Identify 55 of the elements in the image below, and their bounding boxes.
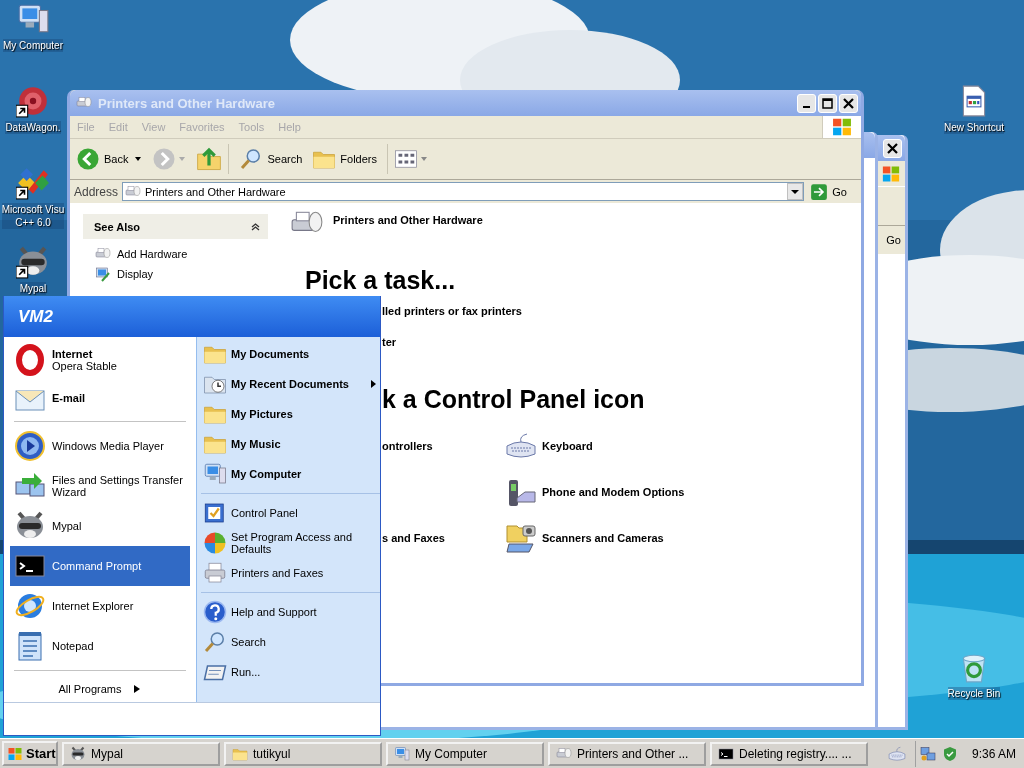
start-menu-item[interactable]: Files and Settings Transfer Wizard: [10, 466, 190, 506]
start-menu-item[interactable]: My Pictures: [201, 399, 380, 429]
back-button[interactable]: Back: [72, 145, 133, 173]
start-menu-item[interactable]: My Music: [201, 429, 380, 459]
desktop-icon-label[interactable]: DataWagon.: [5, 121, 61, 134]
section-heading: Pick a task...: [305, 265, 457, 295]
category-title: Printers and Other Hardware: [333, 214, 483, 226]
see-also-link[interactable]: Display: [95, 266, 268, 282]
folders-button[interactable]: Folders: [308, 145, 381, 173]
start-menu-item[interactable]: Windows Media Player: [10, 426, 190, 466]
taskbar-button[interactable]: tutikyul: [224, 741, 382, 766]
start-menu-item[interactable]: My Documents: [201, 339, 380, 369]
control-panel-link[interactable]: Keyboard: [505, 430, 861, 462]
start-menu-item[interactable]: Internet Explorer: [10, 586, 190, 626]
start-menu-item[interactable]: Internet Opera Stable: [10, 341, 190, 379]
desktop-icon-label[interactable]: Microsoft Visu C++ 6.0: [1, 203, 65, 229]
desktop-icon-label[interactable]: Recycle Bin: [947, 687, 1001, 700]
control-panel-link[interactable]: ontrollers: [382, 440, 505, 452]
start-menu-item[interactable]: Search: [201, 627, 380, 657]
desktop-icon-label[interactable]: New Shortcut: [944, 121, 1004, 134]
task-link[interactable]: ter: [382, 326, 861, 357]
control-panel-link[interactable]: s and Faxes: [382, 532, 505, 544]
start-menu-item[interactable]: Control Panel: [201, 498, 380, 528]
control-panel-link[interactable]: Scanners and Cameras: [505, 522, 861, 554]
start-menu-item[interactable]: Printers and Faxes: [201, 558, 380, 588]
start-menu-item[interactable]: Notepad: [10, 626, 190, 666]
start-menu-item[interactable]: Help and Support: [201, 597, 380, 627]
start-menu-item[interactable]: Mypal: [10, 506, 190, 546]
taskbar-button[interactable]: Deleting registry.... ...: [710, 741, 868, 766]
control-panel-link[interactable]: Phone and Modem Options: [505, 476, 861, 508]
clock[interactable]: 9:36 AM: [971, 746, 1016, 761]
start-menu-item[interactable]: E-mail: [10, 379, 190, 417]
address-field[interactable]: Printers and Other Hardware: [122, 182, 805, 201]
start-menu-item[interactable]: My Recent Documents: [201, 369, 380, 399]
start-button[interactable]: Start: [2, 741, 58, 766]
all-programs-button[interactable]: All Programs: [10, 675, 190, 702]
taskbar-button[interactable]: My Computer: [386, 741, 544, 766]
address-label: Address: [74, 184, 119, 199]
see-also-link[interactable]: Add Hardware: [95, 246, 268, 262]
user-name: VM2: [18, 306, 53, 327]
desktop-icon-label[interactable]: Mypal: [19, 282, 47, 295]
go-label[interactable]: Go: [886, 234, 901, 246]
start-menu-item[interactable]: Set Program Access and Defaults: [201, 528, 380, 558]
start-menu-item[interactable]: My Computer: [201, 459, 380, 489]
taskbar-button[interactable]: Mypal: [62, 741, 220, 766]
desktop-icon-label[interactable]: My Computer: [3, 39, 63, 52]
panel-title: See Also: [94, 220, 142, 233]
go-button[interactable]: Go: [808, 182, 861, 201]
window-title: Printers and Other Hardware: [98, 95, 276, 111]
section-heading: k a Control Panel icon: [382, 384, 646, 414]
taskbar-button[interactable]: Printers and Other ...: [548, 741, 706, 766]
search-button[interactable]: Search: [235, 145, 307, 173]
task-link[interactable]: lled printers or fax printers: [382, 295, 861, 326]
start-menu-item[interactable]: Run...: [201, 657, 380, 687]
start-menu-item[interactable]: Command Prompt: [10, 546, 190, 586]
